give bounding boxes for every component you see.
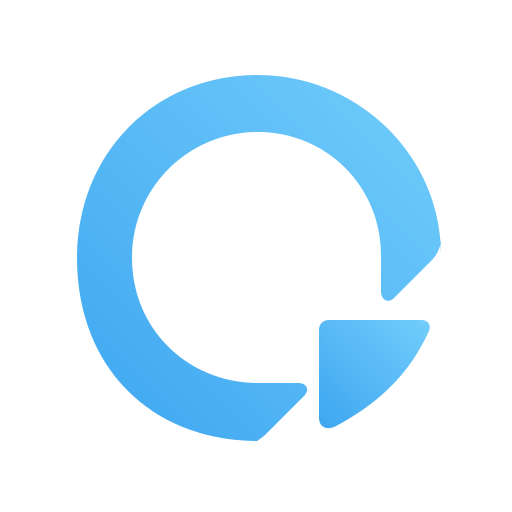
tail-shape [319, 320, 430, 429]
app-icon-canvas [0, 0, 512, 512]
q-ring-logo-icon [77, 75, 441, 441]
